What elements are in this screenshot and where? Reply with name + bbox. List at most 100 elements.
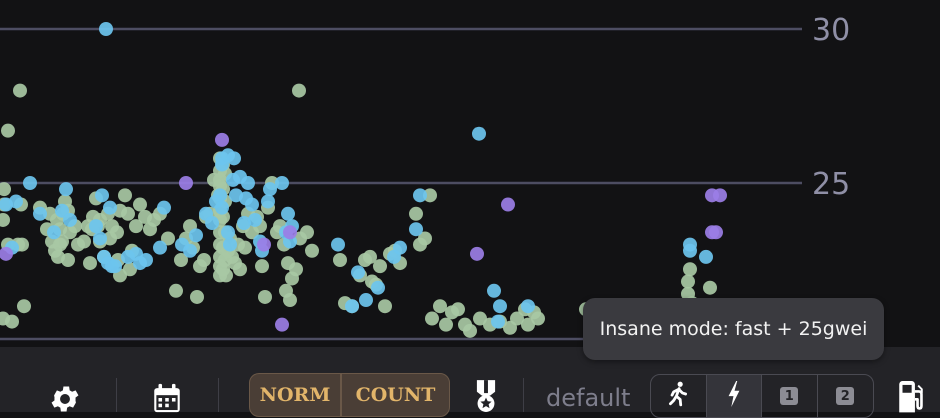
data-point[interactable]	[61, 253, 75, 267]
data-point[interactable]	[699, 249, 713, 264]
data-point[interactable]	[425, 311, 439, 326]
data-point[interactable]	[241, 176, 255, 190]
data-point[interactable]	[487, 283, 501, 298]
data-point[interactable]	[133, 197, 147, 212]
data-point[interactable]	[139, 253, 153, 267]
data-point[interactable]	[233, 262, 247, 277]
data-point[interactable]	[501, 197, 515, 212]
data-point[interactable]	[289, 262, 303, 277]
data-point[interactable]	[491, 314, 505, 329]
data-point[interactable]	[95, 188, 109, 203]
data-point[interactable]	[275, 317, 289, 332]
data-point[interactable]	[93, 231, 107, 246]
mode-1-button[interactable]: 1	[762, 375, 818, 417]
data-point[interactable]	[345, 299, 359, 314]
data-point[interactable]	[215, 200, 229, 215]
data-point[interactable]	[281, 206, 295, 221]
data-point[interactable]	[683, 262, 697, 277]
data-point[interactable]	[359, 293, 373, 308]
data-point[interactable]	[77, 234, 91, 249]
data-point[interactable]	[373, 259, 387, 274]
data-point[interactable]	[393, 240, 407, 255]
data-point[interactable]	[713, 188, 727, 203]
data-point[interactable]	[0, 182, 11, 197]
data-point[interactable]	[463, 323, 477, 338]
data-point[interactable]	[59, 182, 73, 197]
data-point[interactable]	[110, 225, 124, 240]
data-point[interactable]	[238, 240, 252, 255]
data-point[interactable]	[197, 253, 211, 267]
data-point[interactable]	[257, 237, 271, 252]
data-point[interactable]	[709, 225, 723, 240]
data-point[interactable]	[255, 259, 269, 274]
data-point[interactable]	[121, 206, 135, 221]
data-point[interactable]	[470, 246, 484, 261]
data-point[interactable]	[169, 283, 183, 298]
gear-icon[interactable]	[45, 382, 85, 416]
data-point[interactable]	[103, 200, 117, 215]
data-point[interactable]	[245, 197, 259, 212]
data-point[interactable]	[292, 83, 306, 98]
data-point[interactable]	[89, 219, 103, 234]
data-point[interactable]	[521, 299, 535, 314]
data-point[interactable]	[83, 256, 97, 271]
data-point[interactable]	[13, 83, 27, 98]
data-point[interactable]	[157, 200, 171, 215]
data-point[interactable]	[63, 212, 77, 227]
data-point[interactable]	[17, 299, 31, 314]
data-point[interactable]	[263, 182, 277, 197]
data-point[interactable]	[683, 237, 697, 252]
data-point[interactable]	[371, 280, 385, 295]
data-point[interactable]	[451, 302, 465, 317]
data-point[interactable]	[190, 289, 204, 304]
data-point[interactable]	[183, 243, 197, 258]
data-point[interactable]	[409, 206, 423, 221]
calendar-icon[interactable]	[148, 380, 186, 416]
medal-icon[interactable]	[472, 380, 500, 414]
fuel-pump-icon[interactable]	[893, 380, 929, 416]
data-point[interactable]	[205, 216, 219, 231]
mode-2-button[interactable]: 2	[818, 375, 874, 417]
data-point[interactable]	[223, 237, 237, 252]
data-point[interactable]	[258, 289, 272, 304]
data-point[interactable]	[5, 314, 19, 329]
data-point[interactable]	[219, 268, 233, 283]
count-toggle-button[interactable]: COUNT	[341, 373, 450, 417]
norm-toggle-button[interactable]: NORM	[249, 373, 341, 417]
data-point[interactable]	[215, 132, 229, 147]
data-point[interactable]	[1, 123, 15, 138]
data-point[interactable]	[283, 293, 297, 308]
data-point[interactable]	[227, 151, 241, 166]
data-point[interactable]	[300, 225, 314, 240]
data-point[interactable]	[472, 126, 486, 141]
data-point[interactable]	[305, 243, 319, 258]
profile-label[interactable]: default	[546, 384, 630, 412]
data-point[interactable]	[333, 253, 347, 267]
data-point[interactable]	[531, 311, 545, 326]
data-point[interactable]	[275, 176, 289, 190]
data-point[interactable]	[189, 228, 203, 243]
data-point[interactable]	[681, 274, 695, 289]
data-point[interactable]	[9, 194, 23, 209]
data-point[interactable]	[351, 265, 365, 280]
data-point[interactable]	[23, 176, 37, 190]
data-point[interactable]	[413, 188, 427, 203]
data-point[interactable]	[703, 280, 717, 295]
data-point[interactable]	[331, 237, 345, 252]
data-point[interactable]	[108, 259, 122, 274]
data-point[interactable]	[179, 176, 193, 190]
data-point[interactable]	[153, 240, 167, 255]
data-point[interactable]	[439, 317, 453, 332]
data-point[interactable]	[378, 299, 392, 314]
data-point[interactable]	[47, 225, 61, 240]
data-point[interactable]	[283, 225, 297, 240]
data-point[interactable]	[118, 188, 132, 203]
data-point[interactable]	[0, 212, 10, 227]
data-point[interactable]	[409, 222, 423, 237]
data-point[interactable]	[248, 212, 262, 227]
mode-walk-button[interactable]	[651, 375, 707, 417]
data-point[interactable]	[33, 206, 47, 221]
data-point[interactable]	[261, 194, 275, 209]
data-point[interactable]	[433, 299, 447, 314]
data-point[interactable]	[99, 22, 113, 36]
